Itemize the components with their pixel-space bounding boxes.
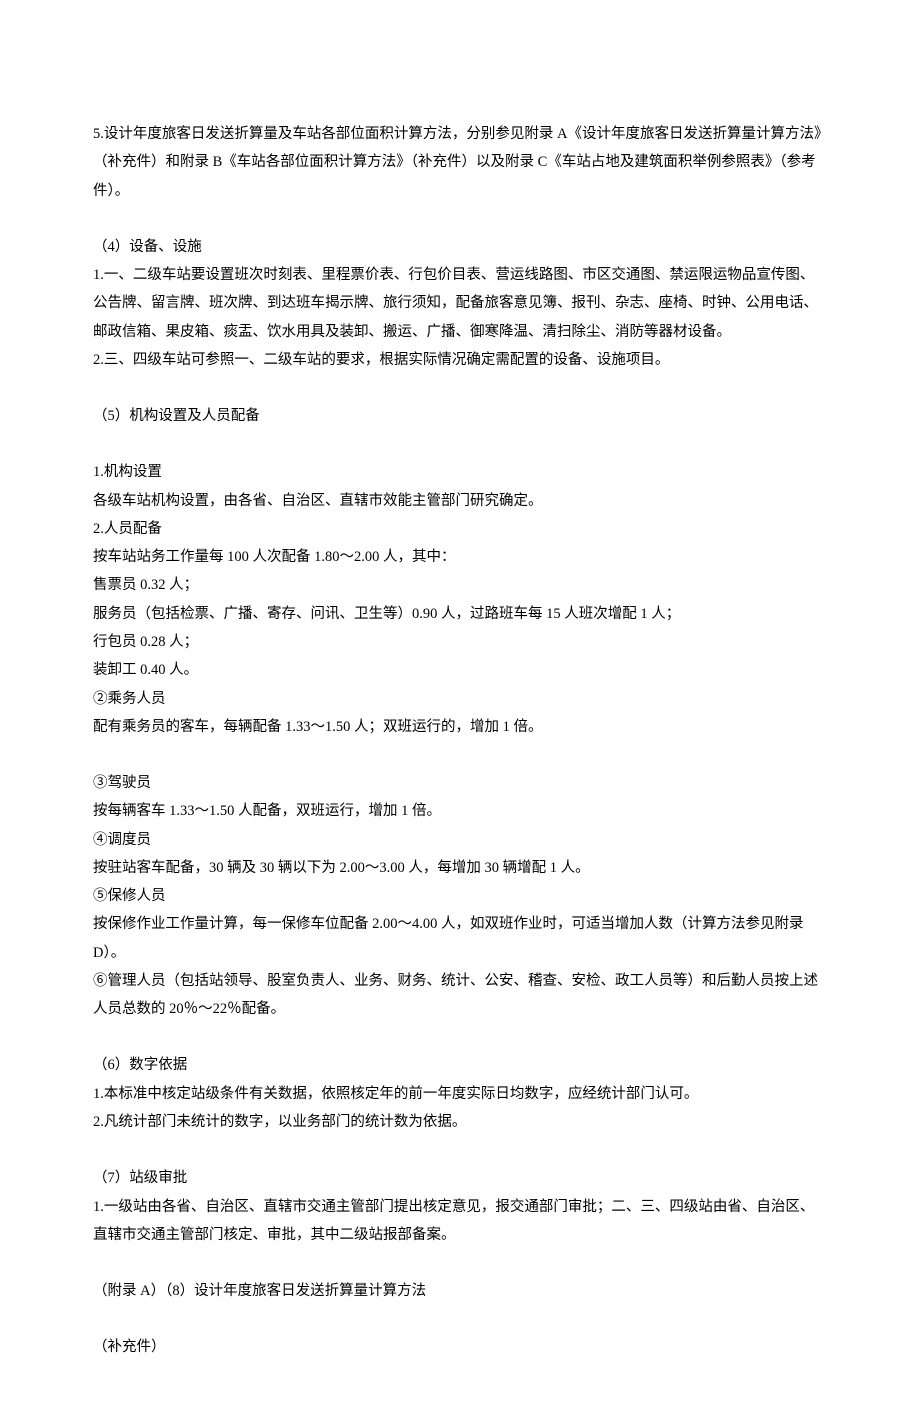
text-line: （补充件） [93, 1333, 827, 1361]
text-line: （6）数字依据 [93, 1051, 827, 1079]
text-line: 各级车站机构设置，由各省、自治区、直辖市效能主管部门研究确定。 [93, 487, 827, 515]
text-line: （4）设备、设施 [93, 233, 827, 261]
text-line: 2.人员配备 [93, 515, 827, 543]
text-line: ⑥管理人员（包括站领导、股室负责人、业务、财务、统计、公安、稽查、安检、政工人员… [93, 967, 827, 1024]
text-line: 行包员 0.28 人； [93, 628, 827, 656]
text-block: ③驾驶员按每辆客车 1.33～1.50 人配备，双班运行，增加 1 倍。④调度员… [93, 769, 827, 1023]
text-line: ④调度员 [93, 826, 827, 854]
text-line: 按车站站务工作量每 100 人次配备 1.80～2.00 人，其中： [93, 543, 827, 571]
text-line: 配有乘务员的客车，每辆配备 1.33～1.50 人；双班运行的，增加 1 倍。 [93, 713, 827, 741]
document-page: 5.设计年度旅客日发送折算量及车站各部位面积计算方法，分别参见附录 A《设计年度… [0, 0, 920, 1422]
text-block: （附录 A）（8）设计年度旅客日发送折算量计算方法 [93, 1277, 827, 1305]
text-line: 按驻站客车配备，30 辆及 30 辆以下为 2.00～3.00 人，每增加 30… [93, 854, 827, 882]
text-block: 5.设计年度旅客日发送折算量及车站各部位面积计算方法，分别参见附录 A《设计年度… [93, 120, 827, 205]
text-line: 1.机构设置 [93, 458, 827, 486]
text-line: 2.凡统计部门未统计的数字，以业务部门的统计数为依据。 [93, 1108, 827, 1136]
text-line: 服务员（包括检票、广播、寄存、问讯、卫生等）0.90 人，过路班车每 15 人班… [93, 600, 827, 628]
text-line: 按保修作业工作量计算，每一保修车位配备 2.00～4.00 人，如双班作业时，可… [93, 910, 827, 967]
text-line: 1.一级站由各省、自治区、直辖市交通主管部门提出核定意见，报交通部门审批；二、三… [93, 1193, 827, 1250]
text-line: ⑤保修人员 [93, 882, 827, 910]
text-block: （补充件） [93, 1333, 827, 1361]
text-block: 1.机构设置各级车站机构设置，由各省、自治区、直辖市效能主管部门研究确定。2.人… [93, 458, 827, 741]
text-block: （5）机构设置及人员配备 [93, 402, 827, 430]
text-line: ③驾驶员 [93, 769, 827, 797]
text-line: 2.三、四级车站可参照一、二级车站的要求，根据实际情况确定需配置的设备、设施项目… [93, 346, 827, 374]
text-block: （6）数字依据1.本标准中核定站级条件有关数据，依照核定年的前一年度实际日均数字… [93, 1051, 827, 1136]
text-line: （附录 A）（8）设计年度旅客日发送折算量计算方法 [93, 1277, 827, 1305]
text-line: 装卸工 0.40 人。 [93, 656, 827, 684]
text-block: （7）站级审批1.一级站由各省、自治区、直辖市交通主管部门提出核定意见，报交通部… [93, 1164, 827, 1249]
text-line: 1.本标准中核定站级条件有关数据，依照核定年的前一年度实际日均数字，应经统计部门… [93, 1080, 827, 1108]
text-line: 1.一、二级车站要设置班次时刻表、里程票价表、行包价目表、营运线路图、市区交通图… [93, 261, 827, 346]
text-line: 售票员 0.32 人； [93, 571, 827, 599]
text-line: 按每辆客车 1.33～1.50 人配备，双班运行，增加 1 倍。 [93, 797, 827, 825]
text-block: （4）设备、设施1.一、二级车站要设置班次时刻表、里程票价表、行包价目表、营运线… [93, 233, 827, 374]
text-line: （7）站级审批 [93, 1164, 827, 1192]
text-line: ②乘务人员 [93, 685, 827, 713]
text-line: 5.设计年度旅客日发送折算量及车站各部位面积计算方法，分别参见附录 A《设计年度… [93, 120, 827, 205]
text-line: （5）机构设置及人员配备 [93, 402, 827, 430]
